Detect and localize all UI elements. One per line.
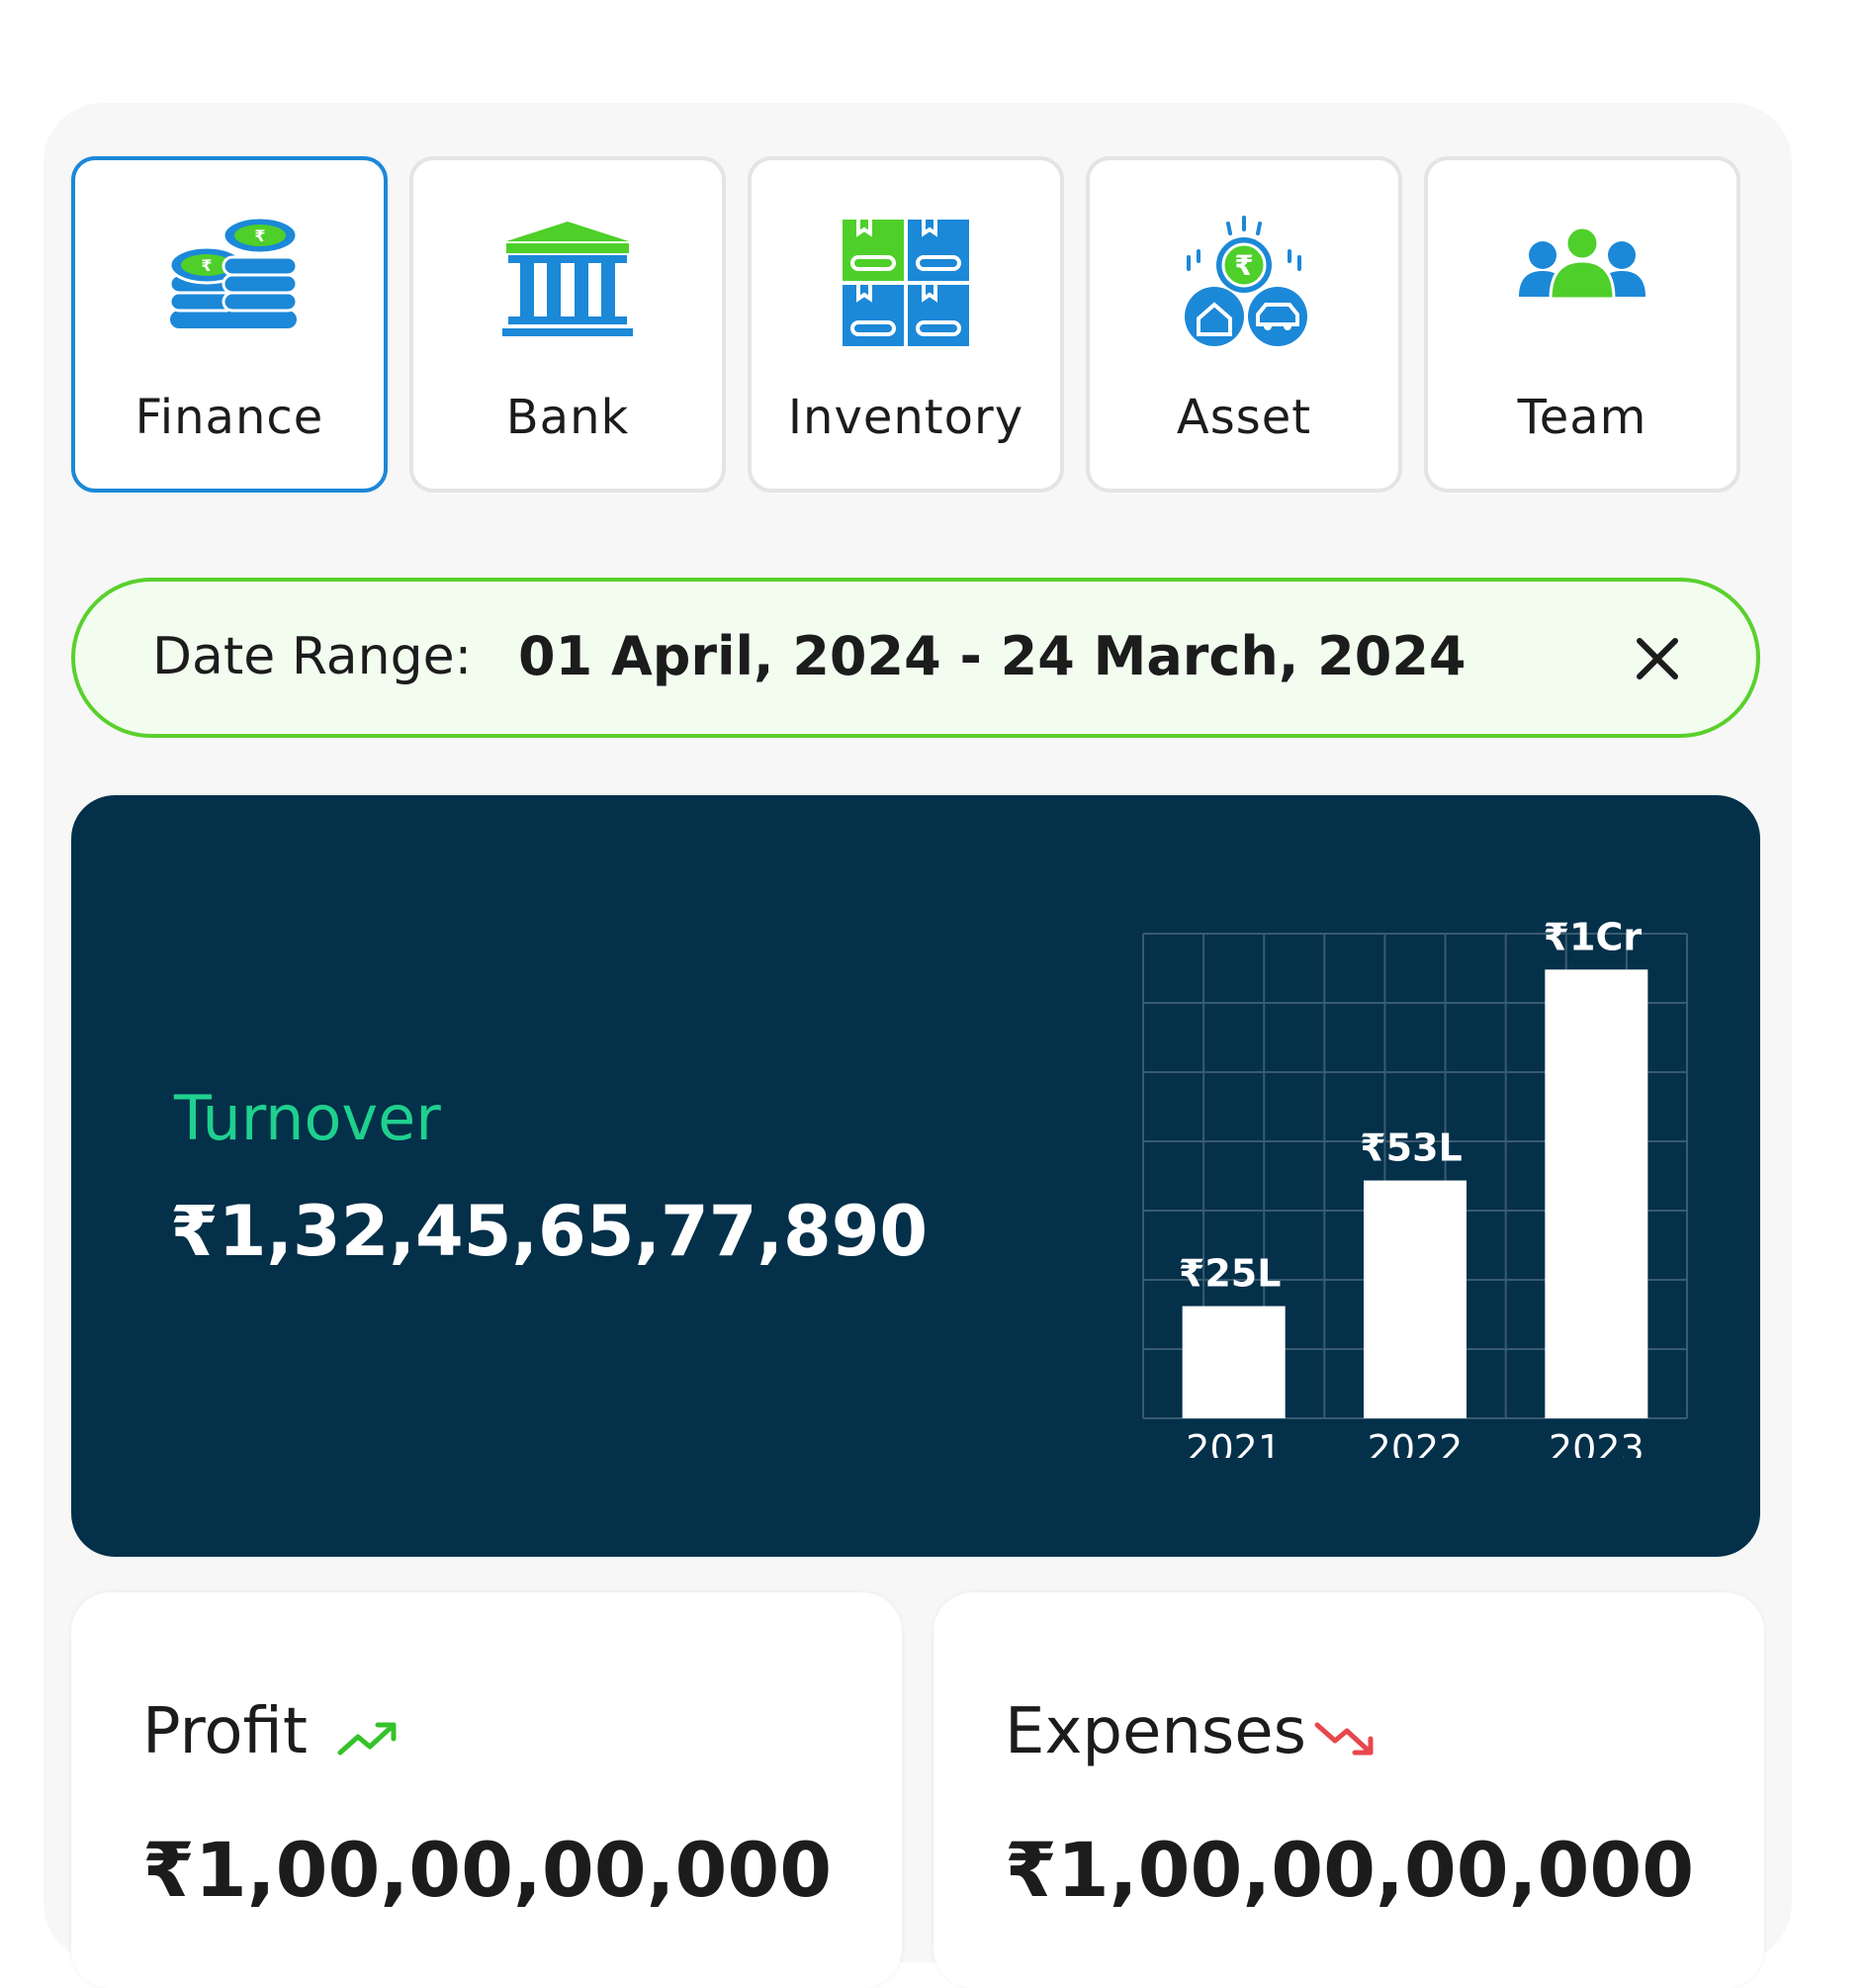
module-label: Asset: [1176, 390, 1312, 445]
expenses-card: Expenses ₹1,00,00,00,000: [934, 1592, 1764, 1988]
module-tile-team[interactable]: Team: [1424, 156, 1740, 493]
coins-rupee-icon: ₹ ₹: [160, 214, 299, 352]
turnover-card: Turnover ₹1,32,45,65,77,890 ₹25L 2021 ₹53L…: [71, 795, 1760, 1557]
turnover-bar-chart: ₹25L 2021 ₹53L 2022 ₹1Cr 2023: [1142, 915, 1688, 1458]
turnover-value: ₹1,32,45,65,77,890: [170, 1191, 929, 1272]
bar-2022: [1364, 1180, 1467, 1418]
bar-2023: [1545, 969, 1648, 1418]
svg-text:₹: ₹: [201, 256, 212, 275]
tick-label-2022: 2022: [1368, 1427, 1464, 1458]
profit-value: ₹1,00,00,00,000: [142, 1826, 833, 1914]
close-icon[interactable]: [1632, 633, 1683, 684]
trend-down-icon: [1314, 1722, 1374, 1756]
module-tile-asset[interactable]: ₹ Asset: [1086, 156, 1402, 493]
profit-card: Profit ₹1,00,00,00,000: [71, 1592, 902, 1988]
module-tile-bank[interactable]: Bank: [409, 156, 726, 493]
date-range-filter[interactable]: Date Range: 01 April, 2024 - 24 March, 2…: [71, 578, 1760, 738]
module-tile-finance[interactable]: ₹ ₹ Finance: [71, 156, 388, 493]
date-range-label: Date Range:: [152, 627, 473, 686]
module-label: Finance: [134, 390, 324, 445]
trend-up-icon: [337, 1722, 397, 1756]
profit-title: Profit: [142, 1695, 308, 1768]
tick-label-2023: 2023: [1549, 1427, 1645, 1458]
module-label: Bank: [505, 390, 630, 445]
svg-text:₹: ₹: [254, 226, 265, 245]
data-label-2023: ₹1Cr: [1544, 915, 1643, 958]
expenses-title: Expenses: [1005, 1695, 1306, 1768]
tick-label-2021: 2021: [1186, 1427, 1282, 1458]
data-label-2022: ₹53L: [1360, 1127, 1463, 1170]
turnover-title: Turnover: [174, 1082, 441, 1154]
module-label: Team: [1517, 390, 1647, 445]
bank-building-icon: [498, 214, 637, 352]
bar-2021: [1182, 1306, 1286, 1418]
asset-rupee-house-car-icon: ₹: [1175, 214, 1313, 352]
date-range-value: 01 April, 2024 - 24 March, 2024: [518, 625, 1467, 687]
svg-text:₹: ₹: [1234, 249, 1253, 282]
module-tile-inventory[interactable]: Inventory: [748, 156, 1064, 493]
team-people-icon: [1513, 214, 1651, 352]
module-label: Inventory: [787, 390, 1024, 445]
inventory-boxes-icon: [837, 214, 975, 352]
expenses-value: ₹1,00,00,00,000: [1005, 1826, 1695, 1914]
data-label-2021: ₹25L: [1179, 1252, 1282, 1296]
